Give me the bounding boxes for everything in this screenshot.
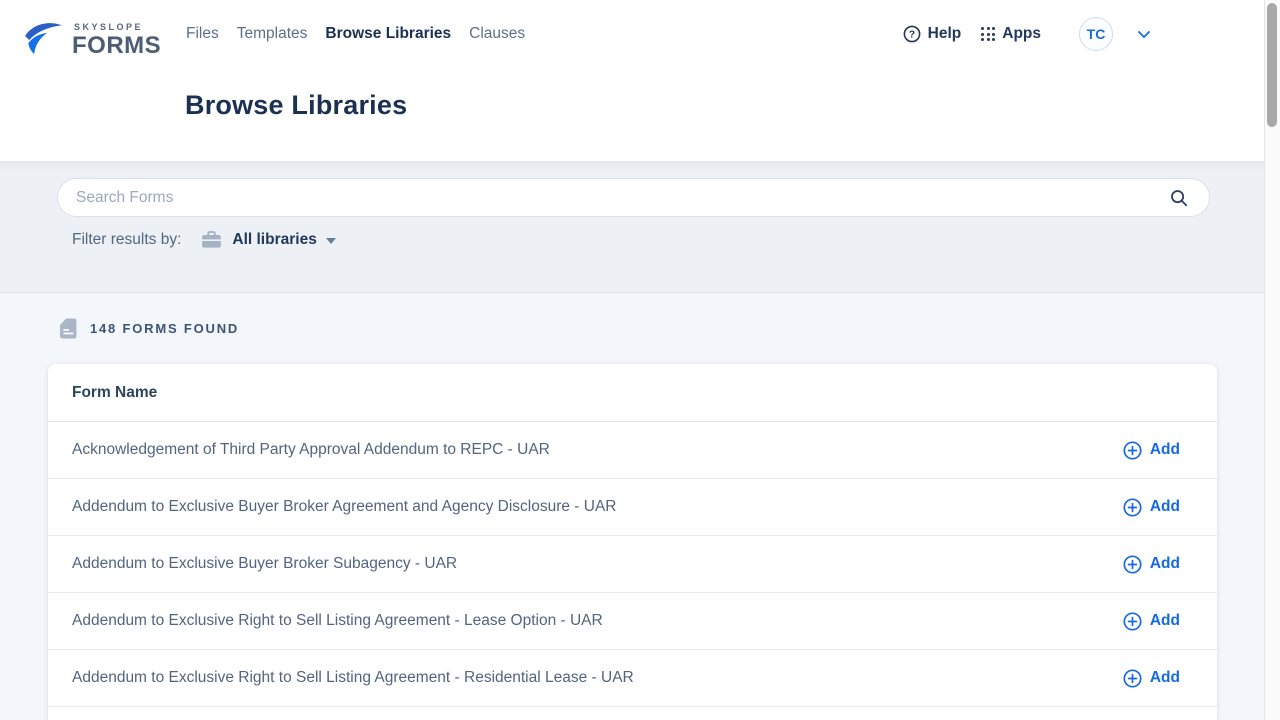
- add-form-button[interactable]: Add: [1123, 669, 1180, 688]
- filter-selected-value: All libraries: [232, 231, 316, 249]
- browse-libraries-page: SKYSLOPE FORMS Files Templates Browse Li…: [0, 0, 1280, 720]
- document-icon: [60, 318, 77, 339]
- form-name: Addendum to Exclusive Right to Sell List…: [72, 669, 634, 687]
- apps-button[interactable]: Apps: [981, 25, 1041, 43]
- form-name-column-header: Form Name: [72, 384, 157, 402]
- search-button[interactable]: [1167, 188, 1191, 208]
- form-name: Acknowledgement of Third Party Approval …: [72, 441, 550, 459]
- add-button-label: Add: [1150, 669, 1180, 687]
- app-header: SKYSLOPE FORMS Files Templates Browse Li…: [0, 0, 1264, 161]
- table-row: Addendum to Exclusive Buyer Broker Agree…: [48, 479, 1217, 536]
- user-menu-chevron[interactable]: [1137, 30, 1151, 39]
- table-header-row: Form Name: [48, 364, 1217, 422]
- nav-item-templates[interactable]: Templates: [237, 25, 308, 43]
- logo-wordmark: SKYSLOPE FORMS: [72, 23, 161, 58]
- logo-forms-text: FORMS: [72, 34, 161, 58]
- scrollbar-track[interactable]: [1264, 0, 1280, 720]
- form-name: Addendum to Exclusive Buyer Broker Subag…: [72, 555, 457, 573]
- skyslope-swoosh-icon: [22, 20, 64, 60]
- caret-down-icon: [326, 238, 336, 244]
- results-section: 148 FORMS FOUND Form Name Acknowledgemen…: [0, 292, 1264, 720]
- add-circle-plus-icon: [1123, 612, 1142, 631]
- search-input[interactable]: [76, 189, 1167, 207]
- nav-item-files[interactable]: Files: [186, 25, 219, 43]
- svg-text:?: ?: [908, 29, 914, 41]
- results-count-row: 148 FORMS FOUND: [60, 318, 239, 339]
- form-name: Addendum to Exclusive Right to Sell List…: [72, 612, 603, 630]
- apps-label: Apps: [1002, 25, 1041, 43]
- table-row: Addendum to Exclusive Right to Sell List…: [48, 593, 1217, 650]
- search-icon: [1169, 188, 1189, 208]
- add-form-button[interactable]: Add: [1123, 612, 1180, 631]
- table-row: Addendum to Exclusive Right to Sell List…: [48, 650, 1217, 707]
- search-section: Filter results by: All libraries: [0, 161, 1264, 292]
- form-name: Addendum to Exclusive Buyer Broker Agree…: [72, 498, 616, 516]
- results-count: 148 FORMS FOUND: [90, 321, 239, 336]
- add-circle-plus-icon: [1123, 555, 1142, 574]
- nav-item-clauses[interactable]: Clauses: [469, 25, 525, 43]
- add-circle-plus-icon: [1123, 669, 1142, 688]
- add-circle-plus-icon: [1123, 441, 1142, 460]
- help-icon: ?: [903, 25, 921, 43]
- logo-skyslope-text: SKYSLOPE: [74, 23, 161, 32]
- add-form-button[interactable]: Add: [1123, 555, 1180, 574]
- skyslope-forms-logo[interactable]: SKYSLOPE FORMS: [22, 20, 161, 60]
- briefcase-icon: [201, 230, 222, 249]
- table-row: Addendum to Exclusive Buyer Broker Subag…: [48, 536, 1217, 593]
- help-label: Help: [928, 25, 962, 43]
- apps-grid-icon: [981, 27, 995, 41]
- filter-row: Filter results by: All libraries: [72, 230, 336, 249]
- add-form-button[interactable]: Add: [1123, 498, 1180, 517]
- page-title: Browse Libraries: [185, 90, 407, 121]
- search-bar: [57, 178, 1210, 217]
- header-actions: ? Help Apps TC: [903, 0, 1151, 68]
- add-button-label: Add: [1150, 498, 1180, 516]
- library-filter-dropdown[interactable]: All libraries: [201, 230, 335, 249]
- add-button-label: Add: [1150, 555, 1180, 573]
- main-nav: Files Templates Browse Libraries Clauses: [186, 0, 525, 68]
- scrollbar-thumb[interactable]: [1267, 3, 1277, 127]
- user-avatar[interactable]: TC: [1079, 17, 1113, 51]
- table-row: Acknowledgement of Third Party Approval …: [48, 422, 1217, 479]
- nav-item-browse-libraries[interactable]: Browse Libraries: [325, 25, 451, 43]
- add-button-label: Add: [1150, 441, 1180, 459]
- add-button-label: Add: [1150, 612, 1180, 630]
- filter-label: Filter results by:: [72, 231, 181, 249]
- add-circle-plus-icon: [1123, 498, 1142, 517]
- help-button[interactable]: ? Help: [903, 25, 962, 43]
- chevron-down-icon: [1137, 30, 1151, 39]
- forms-table-card: Form Name Acknowledgement of Third Party…: [48, 364, 1217, 720]
- form-table-body: Acknowledgement of Third Party Approval …: [48, 422, 1217, 707]
- add-form-button[interactable]: Add: [1123, 441, 1180, 460]
